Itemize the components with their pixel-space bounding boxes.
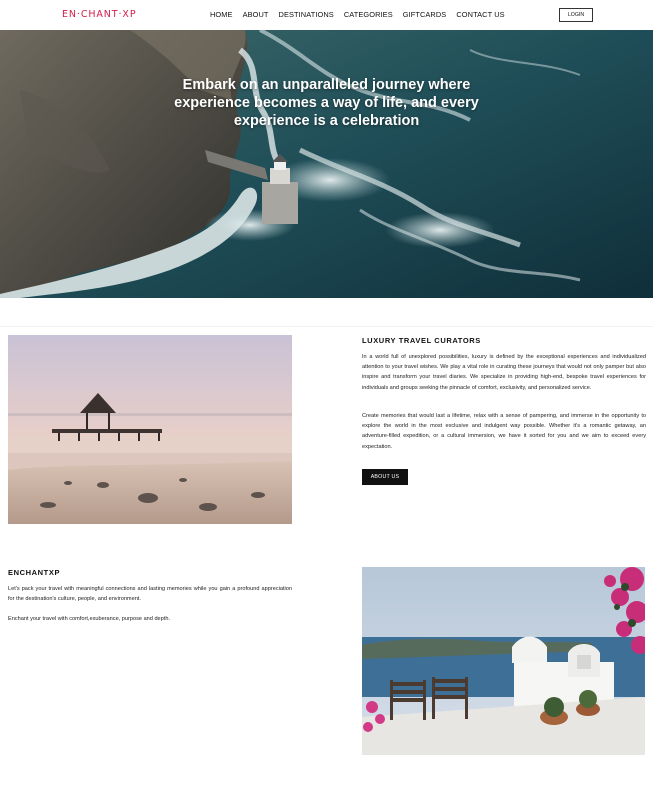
nav-item-destinations[interactable]: DESTINATIONS [279, 10, 334, 19]
nav-item-about[interactable]: ABOUT [243, 10, 269, 19]
hero-headline: Embark on an unparalleled journey where … [174, 77, 479, 129]
curators-paragraph-2: Create memories that would last a lifeti… [362, 413, 646, 450]
nav-item-giftcards[interactable]: GIFTCARDS [403, 10, 447, 19]
hero-banner: Embark on an unparalleled journey where … [0, 30, 653, 298]
hero-image-coast-lighthouse [0, 30, 653, 298]
section-divider [0, 326, 653, 327]
curators-paragraph-1: In a world full of unexplored possibilit… [362, 354, 646, 391]
main-menu: HOME ABOUT DESTINATIONS CATEGORIES GIFTC… [210, 10, 515, 19]
enchantxp-paragraph-1: Let's pack your travel with meaningful c… [8, 586, 292, 603]
enchantxp-paragraph-2: Enchant your travel with comfort,exubera… [8, 616, 171, 622]
nav-item-contact-us[interactable]: CONTACT US [456, 10, 504, 19]
top-navigation: EN·CHANT·XP HOME ABOUT DESTINATIONS CATE… [0, 0, 653, 30]
section-heading-enchantxp: ENCHANTXP [8, 568, 61, 577]
about-us-button[interactable]: ABOUT US [362, 469, 408, 485]
nav-item-home[interactable]: HOME [210, 10, 233, 19]
section-heading-luxury-travel-curators: LUXURY TRAVEL CURATORS [362, 336, 481, 345]
santorini-terrace-photo [362, 567, 645, 755]
nav-item-categories[interactable]: CATEGORIES [344, 10, 393, 19]
beach-gazebo-photo [8, 335, 292, 524]
site-logo[interactable]: EN·CHANT·XP [62, 9, 136, 20]
login-button[interactable]: LOGIN [559, 8, 593, 22]
